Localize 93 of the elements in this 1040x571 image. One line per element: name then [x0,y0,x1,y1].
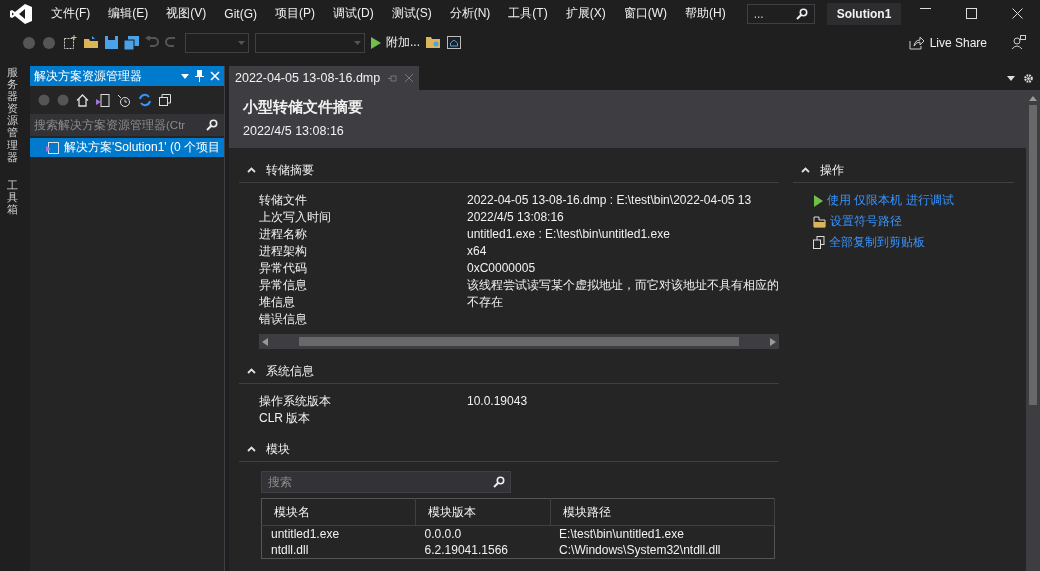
caret-icon [238,40,245,45]
menu-item[interactable]: Git(G) [215,6,266,21]
menu-item[interactable]: 视图(V) [157,5,216,22]
switch-view-icon[interactable] [96,93,110,107]
scroll-up-icon[interactable] [1029,96,1037,101]
summary-title: 小型转储文件摘要 [243,98,364,117]
scroll-left-icon[interactable] [262,337,268,346]
property-value: x64 [467,243,488,260]
caret-icon [354,40,361,45]
property-value: untitled1.exe : E:\test\bin\untitled1.exe [467,226,671,243]
search-icon[interactable] [493,476,505,488]
table-cell: ntdll.dll [261,542,416,559]
folder-search-icon[interactable] [426,36,441,49]
property-value: 2022/4/5 13:08:16 [467,209,565,226]
property-value: 2022-04-05 13-08-16.dmp : E:\test\bin\2022-04-05 13 [467,192,753,209]
menu-item[interactable]: 扩展(X) [556,5,615,22]
menu-item[interactable]: 项目(P) [266,5,324,22]
home-window-icon[interactable] [447,36,461,49]
home-icon[interactable] [76,93,89,107]
search-icon[interactable] [206,119,218,131]
menu-item[interactable]: 调试(D) [324,5,383,22]
property-label: 进程架构 [259,243,308,260]
property-label: 上次写入时间 [259,209,332,226]
property-value: 10.0.19043 [467,393,529,410]
chevron-up-icon[interactable] [247,368,256,374]
property-label: 操作系统版本 [259,393,332,410]
table-cell: 0.0.0.0 [415,525,551,542]
feedback-icon[interactable] [1011,35,1026,50]
folder-icon [813,215,826,228]
property-label: 进程名称 [259,226,308,243]
menu-item[interactable]: 帮助(H) [676,5,735,22]
search-icon[interactable] [795,7,808,20]
menu-item[interactable]: 窗口(W) [614,5,676,22]
column-header[interactable]: 模块名 [261,498,416,526]
open-folder-icon[interactable] [84,36,99,49]
app-logo-icon[interactable] [10,3,32,24]
save-icon[interactable] [105,36,118,49]
table-cell: C:\Windows\System32\ntdll.dll [550,542,775,559]
summary-timestamp: 2022/4/5 13:08:16 [243,124,345,138]
property-value: 不存在 [467,294,504,311]
dropdown-icon[interactable] [1007,75,1015,81]
play-icon [813,194,823,207]
table-cell: E:\test\bin\untitled1.exe [550,525,775,542]
horizontal-scrollbar[interactable] [259,334,779,349]
tree-item[interactable]: 解决方案'Solution1' (0 个项目 [30,138,224,157]
property-label: 错误信息 [259,311,308,328]
panel-title-bar: 解决方案资源管理器 [30,66,224,86]
action-link[interactable]: 全部复制到剪贴板 [813,234,1014,251]
maximize-icon[interactable] [965,8,977,19]
solution-name: Solution1 [826,2,902,25]
section-header[interactable]: 操作 [793,158,1014,183]
search-field[interactable]: ... [746,3,815,24]
side-tab[interactable]: 服务器资源管理器 [6,66,18,163]
menu-item[interactable]: 测试(S) [382,5,441,22]
refresh-icon[interactable] [138,93,152,107]
module-search-field[interactable]: 搜索 [261,471,511,493]
share-icon [908,35,924,50]
property-label: 异常代码 [259,260,308,277]
collapse-all-icon[interactable] [159,94,171,106]
solution-search-field[interactable]: 搜索解决方案资源管理器(Ctr [30,114,224,136]
menu-item[interactable]: 工具(T) [499,5,557,22]
solution-icon [46,141,59,154]
play-icon [371,36,381,49]
action-link[interactable]: 设置符号路径 [813,213,1014,230]
menu-item[interactable]: 分析(N) [440,5,500,22]
minimize-icon[interactable] [919,8,931,10]
menu-item[interactable]: 编辑(E) [99,5,158,22]
chevron-up-icon[interactable] [247,167,256,173]
chevron-up-icon[interactable] [247,446,256,452]
property-label: 堆信息 [259,294,296,311]
table-cell: untitled1.exe [261,525,416,542]
side-tab[interactable]: 工具箱 [6,178,18,216]
property-value: 该线程尝试读写某个虚拟地址，而它对该地址不具有相应的 [467,277,779,294]
column-header[interactable]: 模块版本 [415,498,551,526]
scroll-right-icon[interactable] [770,337,776,346]
section-header[interactable]: 转储摘要 [239,158,779,183]
table-cell: 6.2.19041.1566 [415,542,551,559]
section-header[interactable]: 模块 [239,437,779,462]
action-link[interactable]: 使用 仅限本机 进行调试 [813,192,1014,209]
chevron-up-icon[interactable] [801,167,810,173]
live-share-button[interactable]: Live Share [908,35,987,50]
column-header[interactable]: 模块路径 [550,498,775,526]
menu-item[interactable]: 文件(F) [42,5,100,22]
property-label: CLR 版本 [259,410,312,427]
property-label: 异常信息 [259,277,308,294]
attach-button[interactable]: 附加... [371,34,420,51]
section-header[interactable]: 系统信息 [239,359,779,384]
new-item-icon[interactable] [62,35,78,50]
settings-icon[interactable] [1023,72,1034,84]
copy-icon [813,236,825,249]
property-value: 0xC0000005 [467,260,537,277]
save-all-icon[interactable] [124,35,139,50]
property-label: 转储文件 [259,192,308,209]
